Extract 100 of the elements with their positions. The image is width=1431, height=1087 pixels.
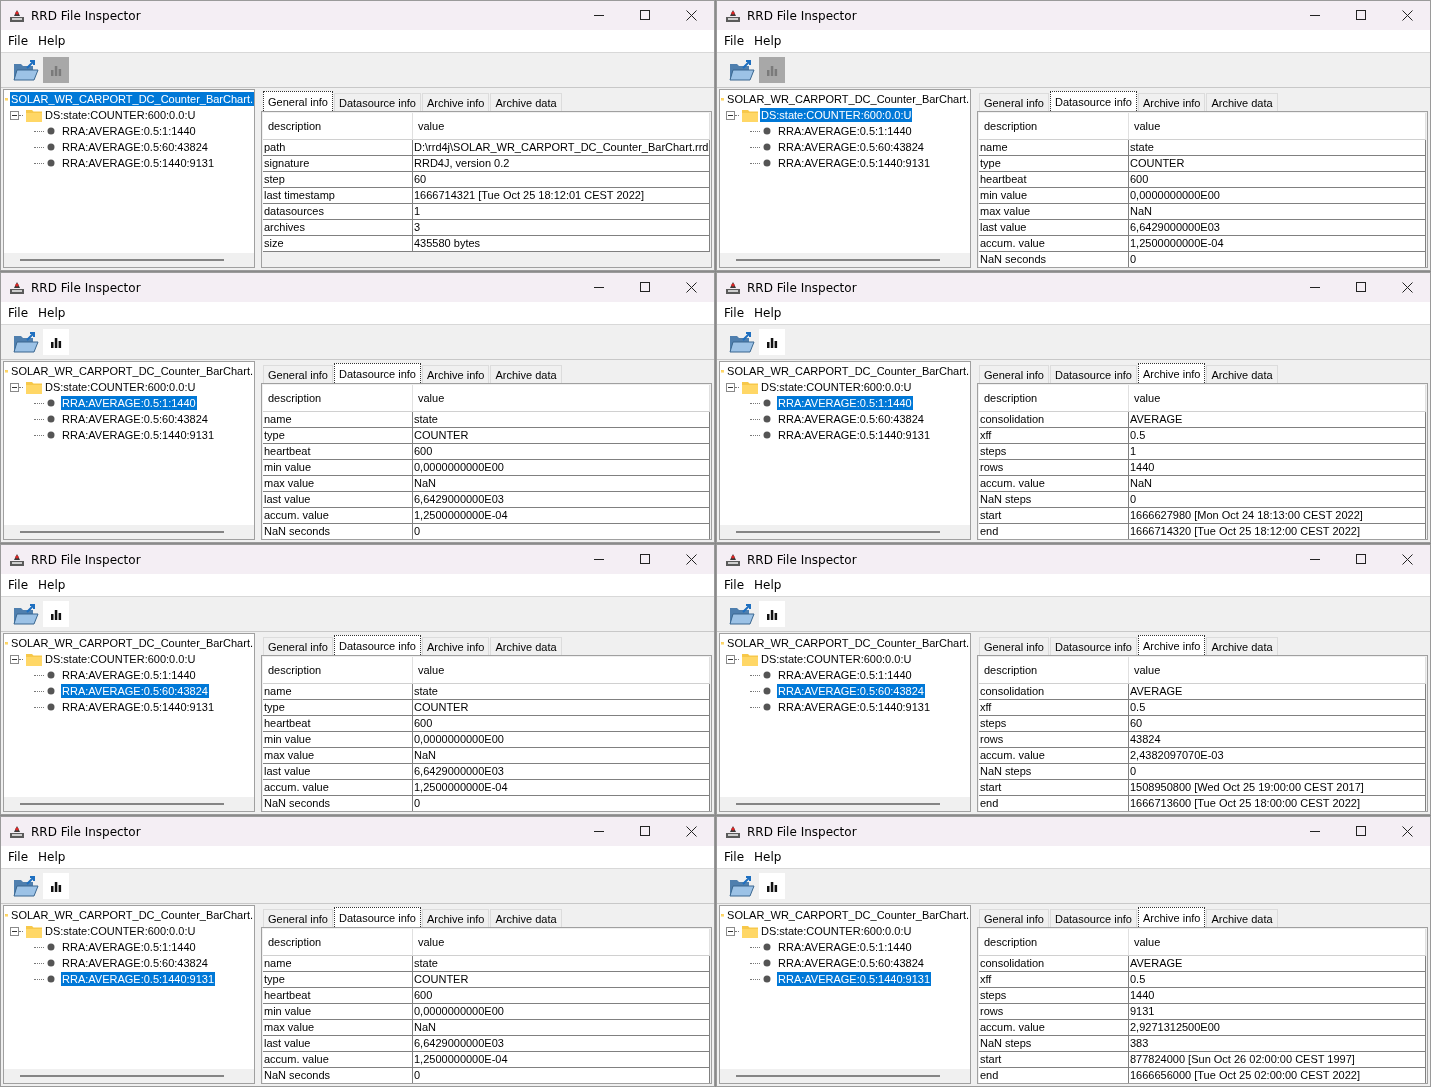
- menu-item[interactable]: Help: [749, 578, 787, 592]
- menu-item[interactable]: File: [719, 578, 750, 592]
- tab[interactable]: Datasource info: [333, 907, 421, 927]
- tree-item[interactable]: RRA:AVERAGE:0.5:60:43824: [61, 684, 209, 698]
- collapse-icon[interactable]: [726, 926, 735, 936]
- tab[interactable]: Archive info: [1138, 363, 1206, 383]
- column-header[interactable]: value: [413, 385, 710, 412]
- tree-item[interactable]: RRA:AVERAGE:0.5:1440:9131: [61, 972, 216, 986]
- tab[interactable]: Datasource info: [1049, 909, 1137, 927]
- horizontal-scrollbar[interactable]: [720, 525, 970, 539]
- open-file-button[interactable]: [729, 329, 755, 355]
- tree-item[interactable]: SOLAR_WR_CARPORT_DC_Counter_BarChart.: [726, 636, 970, 650]
- tab[interactable]: General info: [263, 909, 333, 927]
- column-header[interactable]: value: [413, 657, 710, 684]
- chart-button[interactable]: [43, 329, 69, 355]
- menu-item[interactable]: File: [719, 306, 750, 320]
- tree-item[interactable]: DS:state:COUNTER:600:0.0:U: [760, 380, 913, 394]
- tree-item[interactable]: RRA:AVERAGE:0.5:1:1440: [61, 396, 197, 410]
- tab[interactable]: Archive data: [490, 93, 562, 111]
- column-header[interactable]: description: [263, 657, 413, 684]
- horizontal-scrollbar[interactable]: [4, 253, 254, 267]
- tab[interactable]: Datasource info: [333, 363, 421, 383]
- tab[interactable]: Archive data: [1206, 93, 1278, 111]
- tab[interactable]: Archive info: [422, 909, 490, 927]
- column-header[interactable]: value: [413, 113, 710, 140]
- column-header[interactable]: value: [1129, 929, 1426, 956]
- menu-item[interactable]: Help: [749, 306, 787, 320]
- tab[interactable]: General info: [979, 637, 1049, 655]
- column-header[interactable]: value: [1129, 113, 1426, 140]
- tab[interactable]: Archive data: [1206, 637, 1278, 655]
- open-file-button[interactable]: [729, 873, 755, 899]
- tree-item[interactable]: DS:state:COUNTER:600:0.0:U: [44, 924, 197, 938]
- column-header[interactable]: description: [263, 385, 413, 412]
- menu-item[interactable]: Help: [33, 306, 71, 320]
- tree-item[interactable]: SOLAR_WR_CARPORT_DC_Counter_BarChart.: [726, 92, 970, 106]
- menu-item[interactable]: File: [3, 306, 34, 320]
- horizontal-scrollbar[interactable]: [4, 525, 254, 539]
- column-header[interactable]: description: [263, 113, 413, 140]
- tab[interactable]: General info: [979, 93, 1049, 111]
- collapse-icon[interactable]: [10, 110, 19, 120]
- menu-item[interactable]: File: [719, 850, 750, 864]
- horizontal-scrollbar[interactable]: [4, 797, 254, 811]
- tab[interactable]: Archive info: [422, 365, 490, 383]
- tree-item[interactable]: RRA:AVERAGE:0.5:1440:9131: [777, 428, 932, 442]
- tree-item[interactable]: SOLAR_WR_CARPORT_DC_Counter_BarChart.: [10, 92, 254, 106]
- tree-item[interactable]: RRA:AVERAGE:0.5:1440:9131: [777, 700, 932, 714]
- tree-item[interactable]: RRA:AVERAGE:0.5:1440:9131: [61, 428, 216, 442]
- tree-item[interactable]: DS:state:COUNTER:600:0.0:U: [760, 652, 913, 666]
- tree-item[interactable]: RRA:AVERAGE:0.5:1:1440: [61, 668, 197, 682]
- horizontal-scrollbar[interactable]: [4, 1069, 254, 1083]
- tree-item[interactable]: RRA:AVERAGE:0.5:60:43824: [777, 684, 925, 698]
- tab[interactable]: General info: [979, 909, 1049, 927]
- menu-item[interactable]: Help: [749, 850, 787, 864]
- column-header[interactable]: description: [979, 385, 1129, 412]
- column-header[interactable]: description: [979, 929, 1129, 956]
- collapse-icon[interactable]: [10, 926, 19, 936]
- tab[interactable]: Datasource info: [1049, 637, 1137, 655]
- tab[interactable]: Datasource info: [333, 93, 421, 111]
- tab[interactable]: Archive data: [490, 637, 562, 655]
- open-file-button[interactable]: [729, 57, 755, 83]
- tree-item[interactable]: RRA:AVERAGE:0.5:60:43824: [61, 956, 209, 970]
- tree-item[interactable]: SOLAR_WR_CARPORT_DC_Counter_BarChart.: [10, 908, 254, 922]
- collapse-icon[interactable]: [726, 382, 735, 392]
- tree-item[interactable]: RRA:AVERAGE:0.5:60:43824: [777, 956, 925, 970]
- menu-item[interactable]: File: [3, 578, 34, 592]
- tab[interactable]: Datasource info: [1049, 91, 1137, 111]
- chart-button[interactable]: [759, 873, 785, 899]
- column-header[interactable]: description: [263, 929, 413, 956]
- tree-item[interactable]: RRA:AVERAGE:0.5:1:1440: [777, 940, 913, 954]
- menu-item[interactable]: File: [3, 850, 34, 864]
- tree-item[interactable]: RRA:AVERAGE:0.5:1440:9131: [61, 700, 216, 714]
- menu-item[interactable]: Help: [33, 578, 71, 592]
- menu-item[interactable]: File: [719, 34, 750, 48]
- open-file-button[interactable]: [729, 601, 755, 627]
- tree-item[interactable]: RRA:AVERAGE:0.5:1440:9131: [777, 972, 932, 986]
- menu-item[interactable]: File: [3, 34, 34, 48]
- horizontal-scrollbar[interactable]: [720, 1069, 970, 1083]
- menu-item[interactable]: Help: [33, 34, 71, 48]
- tree-item[interactable]: DS:state:COUNTER:600:0.0:U: [760, 924, 913, 938]
- tab[interactable]: General info: [263, 91, 333, 111]
- horizontal-scrollbar[interactable]: [720, 797, 970, 811]
- tab[interactable]: Archive data: [490, 909, 562, 927]
- tab[interactable]: General info: [263, 365, 333, 383]
- collapse-icon[interactable]: [10, 382, 19, 392]
- chart-button[interactable]: [759, 601, 785, 627]
- tree-item[interactable]: RRA:AVERAGE:0.5:60:43824: [777, 140, 925, 154]
- column-header[interactable]: value: [1129, 657, 1426, 684]
- collapse-icon[interactable]: [10, 654, 19, 664]
- chart-button[interactable]: [759, 329, 785, 355]
- tab[interactable]: Archive info: [1138, 635, 1206, 655]
- tab[interactable]: Archive data: [490, 365, 562, 383]
- collapse-icon[interactable]: [726, 110, 735, 120]
- horizontal-scrollbar[interactable]: [720, 253, 970, 267]
- tree-item[interactable]: RRA:AVERAGE:0.5:1:1440: [777, 668, 913, 682]
- tree-item[interactable]: DS:state:COUNTER:600:0.0:U: [44, 652, 197, 666]
- tab[interactable]: Archive data: [1206, 909, 1278, 927]
- menu-item[interactable]: Help: [33, 850, 71, 864]
- tab[interactable]: Archive data: [1206, 365, 1278, 383]
- tree-item[interactable]: RRA:AVERAGE:0.5:60:43824: [61, 140, 209, 154]
- tree-item[interactable]: RRA:AVERAGE:0.5:1:1440: [777, 396, 913, 410]
